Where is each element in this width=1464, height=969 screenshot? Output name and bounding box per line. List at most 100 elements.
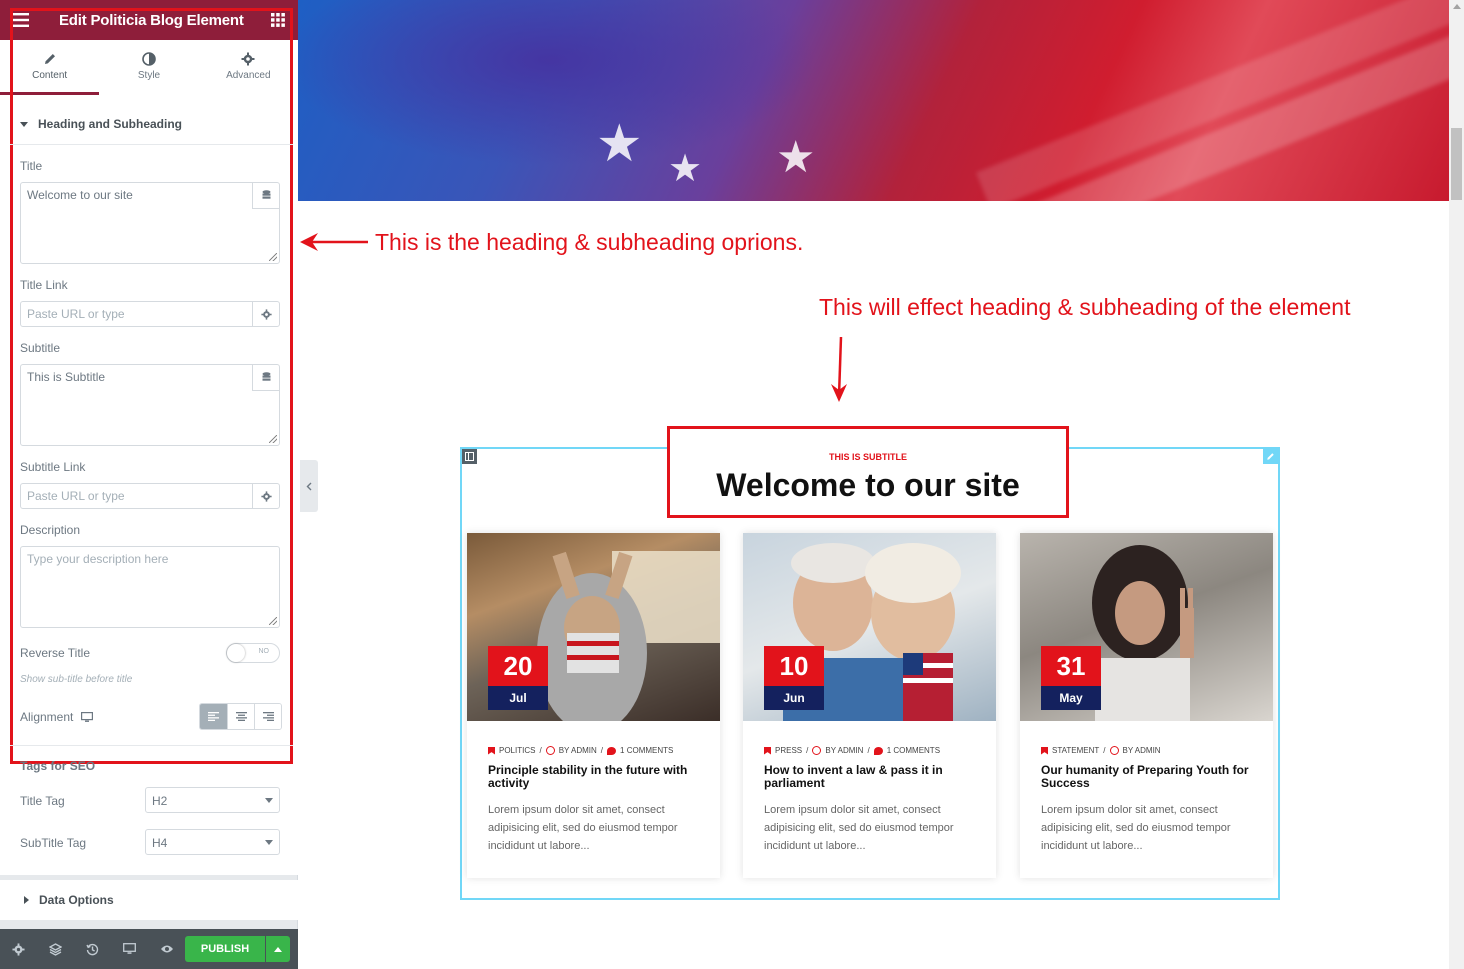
star-shape: ★ — [596, 115, 643, 173]
toggle-knob — [227, 644, 245, 662]
star-shape: ★ — [668, 148, 703, 190]
title-label: Title — [20, 159, 43, 173]
publish-button[interactable]: PUBLISH — [185, 936, 265, 962]
subtitle-link-label: Subtitle Link — [20, 460, 86, 474]
subtitle-link-input[interactable]: Paste URL or type — [20, 483, 280, 509]
edit-pencil-icon[interactable] — [1263, 449, 1278, 464]
reverse-title-toggle[interactable]: NO — [226, 643, 280, 663]
date-month: May — [1041, 686, 1101, 710]
card-comments[interactable]: 1 COMMENTS — [620, 746, 673, 755]
title-tag-select[interactable]: H2 — [145, 787, 280, 813]
scrollbar-thumb[interactable] — [1451, 128, 1462, 200]
card-category[interactable]: PRESS — [775, 746, 802, 755]
database-icon[interactable] — [252, 183, 279, 209]
annotation-arrow-down — [831, 336, 847, 402]
gear-icon[interactable] — [252, 484, 279, 508]
resize-grip[interactable] — [269, 617, 277, 625]
bookmark-icon — [1041, 746, 1048, 755]
data-options-label: Data Options — [39, 893, 114, 907]
caret-right-icon — [24, 896, 29, 904]
subtitle-textarea[interactable]: This is Subtitle — [20, 364, 280, 446]
divider — [10, 144, 293, 145]
align-right-icon[interactable] — [254, 704, 281, 729]
blog-card[interactable]: 20 Jul POLITICS / BY ADMIN/ 1 COMMENTS Pr… — [467, 533, 720, 878]
title-link-placeholder: Paste URL or type — [27, 307, 125, 321]
alignment-row: Alignment — [20, 710, 94, 724]
description-placeholder: Type your description here — [27, 552, 169, 566]
card-author[interactable]: BY ADMIN — [825, 746, 863, 755]
subtitle-tag-select[interactable]: H4 — [145, 829, 280, 855]
desktop-icon[interactable] — [81, 711, 94, 723]
card-title[interactable]: How to invent a law & pass it in parliam… — [764, 764, 979, 790]
subtitle-link-placeholder: Paste URL or type — [27, 489, 125, 503]
card-comments[interactable]: 1 COMMENTS — [887, 746, 940, 755]
comment-icon — [873, 746, 883, 755]
page-scrollbar[interactable] — [1449, 0, 1464, 969]
divider — [10, 745, 293, 746]
database-icon[interactable] — [252, 365, 279, 391]
card-title[interactable]: Principle stability in the future with a… — [488, 764, 703, 790]
card-author[interactable]: BY ADMIN — [1123, 746, 1161, 755]
toggle-state: NO — [258, 648, 270, 655]
column-icon[interactable] — [462, 449, 477, 464]
description-textarea[interactable]: Type your description here — [20, 546, 280, 628]
card-title[interactable]: Our humanity of Preparing Youth for Succ… — [1041, 764, 1256, 790]
bookmark-icon — [764, 746, 771, 755]
chevron-up-icon[interactable] — [266, 936, 290, 962]
title-link-label: Title Link — [20, 278, 68, 292]
annotation-arrow-left — [300, 233, 368, 251]
bookmark-icon — [488, 746, 495, 755]
resize-grip[interactable] — [269, 435, 277, 443]
section-heading-subheading[interactable]: Heading and Subheading — [20, 117, 182, 131]
align-center-icon[interactable] — [227, 704, 254, 729]
title-tag-value: H2 — [152, 794, 168, 808]
element-title: Welcome to our site — [716, 467, 1020, 503]
layers-icon[interactable] — [37, 929, 74, 969]
chevron-down-icon — [265, 840, 273, 845]
section-data-options[interactable]: Data Options — [0, 880, 298, 920]
app-window: Edit Politicia Blog Element Content Styl… — [0, 0, 1464, 969]
card-description: Lorem ipsum dolor sit amet, consect adip… — [1041, 804, 1231, 852]
scroll-up-icon[interactable] — [1453, 4, 1461, 9]
subtitle-label: Subtitle — [20, 341, 61, 355]
eye-icon[interactable] — [148, 929, 185, 969]
annotation-left: This is the heading & subheading oprions… — [375, 229, 804, 255]
comment-icon — [607, 746, 617, 755]
editor-sidebar: Edit Politicia Blog Element Content Styl… — [0, 0, 298, 969]
annotation-right: This will effect heading & subheading of… — [819, 294, 1351, 320]
seo-heading: Tags for SEO — [20, 759, 96, 773]
blog-card[interactable]: 31 May STATEMENT / BY ADMIN Our humanity … — [1020, 533, 1273, 878]
date-badge: 20 Jul — [488, 646, 548, 710]
date-month: Jul — [488, 686, 548, 710]
description-label: Description — [20, 523, 81, 537]
alignment-control — [199, 703, 282, 730]
user-icon — [812, 746, 822, 755]
responsive-icon[interactable] — [111, 929, 148, 969]
settings-icon[interactable] — [0, 929, 37, 969]
date-day: 31 — [1041, 646, 1101, 686]
collapse-panel-handle[interactable] — [300, 460, 318, 512]
alignment-label: Alignment — [20, 710, 74, 724]
align-left-icon[interactable] — [200, 704, 227, 729]
title-tag-label: Title Tag — [20, 794, 65, 808]
card-author[interactable]: BY ADMIN — [559, 746, 597, 755]
title-textarea[interactable]: Welcome to our site — [20, 182, 280, 264]
history-icon[interactable] — [74, 929, 111, 969]
user-icon — [1109, 746, 1119, 755]
card-category[interactable]: STATEMENT — [1052, 746, 1099, 755]
star-shape: ★ — [776, 133, 816, 182]
date-badge: 31 May — [1041, 646, 1101, 710]
date-day: 20 — [488, 646, 548, 686]
section-heading-label: Heading and Subheading — [38, 117, 183, 131]
subtitle-tag-value: H4 — [152, 836, 168, 850]
blog-card[interactable]: 10 Jun PRESS / BY ADMIN/ 1 COMMENTS How t… — [743, 533, 996, 878]
gear-icon[interactable] — [252, 302, 279, 326]
caret-down-icon — [20, 121, 28, 127]
card-category[interactable]: POLITICS — [499, 746, 535, 755]
element-subtitle: THIS IS SUBTITLE — [828, 452, 907, 462]
resize-grip[interactable] — [269, 253, 277, 261]
date-badge: 10 Jun — [764, 646, 824, 710]
user-icon — [545, 746, 555, 755]
card-meta: POLITICS / BY ADMIN/ 1 COMMENTS — [488, 746, 673, 755]
title-link-input[interactable]: Paste URL or type — [20, 301, 280, 327]
